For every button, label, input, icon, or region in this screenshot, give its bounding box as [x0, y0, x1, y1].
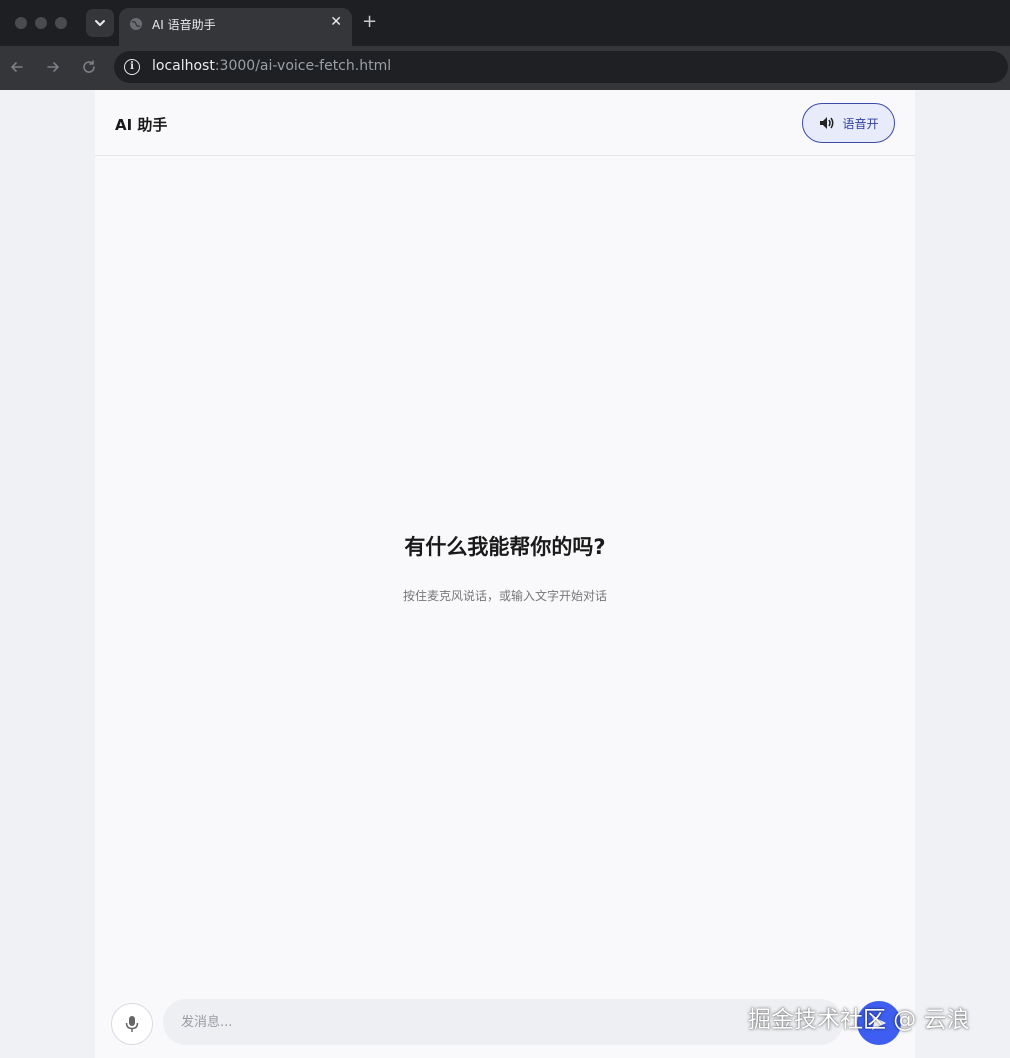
- tab-close-icon[interactable]: ✕: [330, 14, 342, 30]
- url-text[interactable]: localhost:3000/ai-voice-fetch.html: [152, 58, 391, 74]
- chat-app: AI 助手 语音开 有什么我能帮你的吗? 按住麦克风说话，或输入文字开始对话: [95, 90, 915, 1058]
- app-title: AI 助手: [115, 116, 168, 134]
- speaker-icon: [820, 117, 834, 129]
- globe-icon: [130, 18, 142, 30]
- reload-icon: [83, 60, 95, 73]
- microphone-icon: [125, 1016, 139, 1032]
- window-close-dot[interactable]: [15, 17, 27, 29]
- browser-toolbar: i localhost:3000/ai-voice-fetch.html: [0, 46, 1010, 90]
- window-minimize-dot[interactable]: [35, 17, 47, 29]
- browser-tab-bar: AI 语音助手 ✕ +: [0, 0, 1010, 46]
- forward-button[interactable]: [42, 56, 64, 78]
- browser-tab-active[interactable]: AI 语音助手 ✕: [119, 8, 352, 46]
- app-header: AI 助手 语音开: [95, 90, 915, 156]
- welcome-title: 有什么我能帮你的吗?: [404, 535, 606, 559]
- watermark: 掘金技术社区 @ 云浪: [748, 1007, 970, 1033]
- message-input[interactable]: [163, 999, 843, 1045]
- voice-toggle-label: 语音开: [842, 116, 879, 131]
- tab-title: AI 语音助手: [152, 18, 216, 32]
- back-button[interactable]: [6, 56, 28, 78]
- tab-search-button[interactable]: [86, 9, 114, 37]
- address-bar[interactable]: i localhost:3000/ai-voice-fetch.html: [114, 51, 1008, 83]
- reload-button[interactable]: [78, 56, 100, 78]
- welcome-subtitle: 按住麦克风说话，或输入文字开始对话: [402, 589, 607, 603]
- page-viewport: AI 助手 语音开 有什么我能帮你的吗? 按住麦克风说话，或输入文字开始对话: [0, 90, 1010, 1058]
- microphone-button[interactable]: [111, 1003, 153, 1045]
- arrow-left-icon: [11, 62, 23, 72]
- arrow-right-icon: [47, 62, 59, 72]
- window-zoom-dot[interactable]: [55, 17, 67, 29]
- new-tab-button[interactable]: +: [362, 11, 377, 33]
- voice-toggle-button[interactable]: 语音开: [802, 103, 895, 143]
- info-icon[interactable]: i: [124, 59, 140, 75]
- chevron-down-icon: [95, 20, 105, 26]
